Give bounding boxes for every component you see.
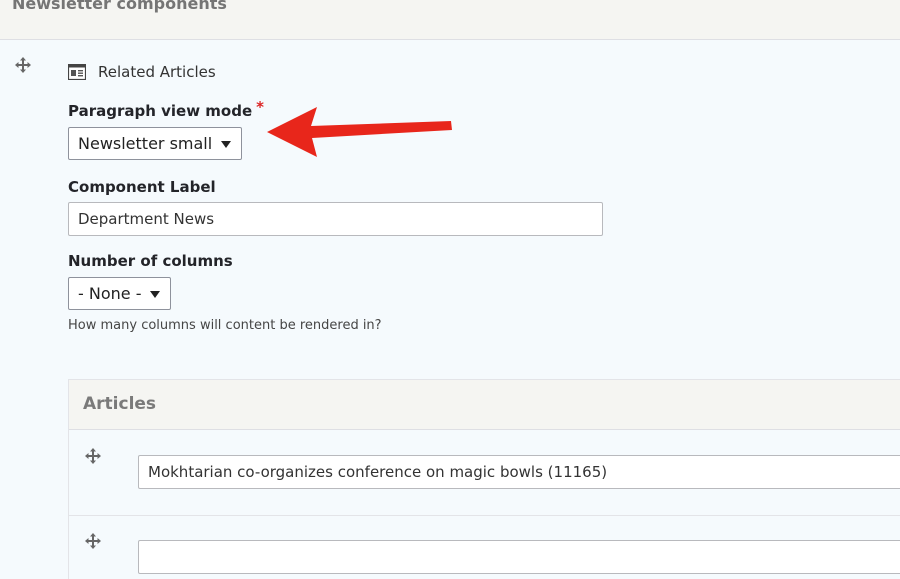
paragraph-type-heading: Related Articles <box>67 62 216 82</box>
articles-header: Articles <box>69 380 900 430</box>
columns-value: - None - <box>78 284 142 303</box>
columns-select[interactable]: - None - <box>68 277 171 310</box>
move-icon[interactable] <box>15 57 31 73</box>
article-reference-input[interactable] <box>138 540 900 574</box>
articles-section: Articles Mokhtarian co-organizes confere… <box>68 379 900 579</box>
columns-label: Number of columns <box>68 252 233 270</box>
move-icon[interactable] <box>85 533 101 549</box>
component-label-value: Department News <box>78 210 215 228</box>
article-reference-input[interactable]: Mokhtarian co-organizes conference on ma… <box>138 455 900 489</box>
component-label-label: Component Label <box>68 178 216 196</box>
required-marker: * <box>256 98 265 116</box>
view-mode-label-text: Paragraph view mode <box>68 102 253 120</box>
articles-title: Articles <box>83 394 157 414</box>
article-reference-value: Mokhtarian co-organizes conference on ma… <box>148 463 608 481</box>
paragraph-type-icon <box>67 63 87 81</box>
section-header: Newsletter components <box>0 0 900 40</box>
section-title: Newsletter components <box>12 0 227 13</box>
view-mode-label: Paragraph view mode * <box>68 98 264 120</box>
view-mode-select[interactable]: Newsletter small <box>68 127 242 160</box>
dropdown-caret-icon <box>150 291 160 298</box>
component-label-input[interactable]: Department News <box>68 202 603 236</box>
move-icon[interactable] <box>85 448 101 464</box>
view-mode-value: Newsletter small <box>78 134 213 153</box>
columns-help-text: How many columns will content be rendere… <box>68 318 382 333</box>
arrow-annotation <box>267 107 452 157</box>
paragraph-type-label: Related Articles <box>98 63 216 81</box>
row-divider <box>69 515 900 516</box>
dropdown-caret-icon <box>221 141 231 148</box>
